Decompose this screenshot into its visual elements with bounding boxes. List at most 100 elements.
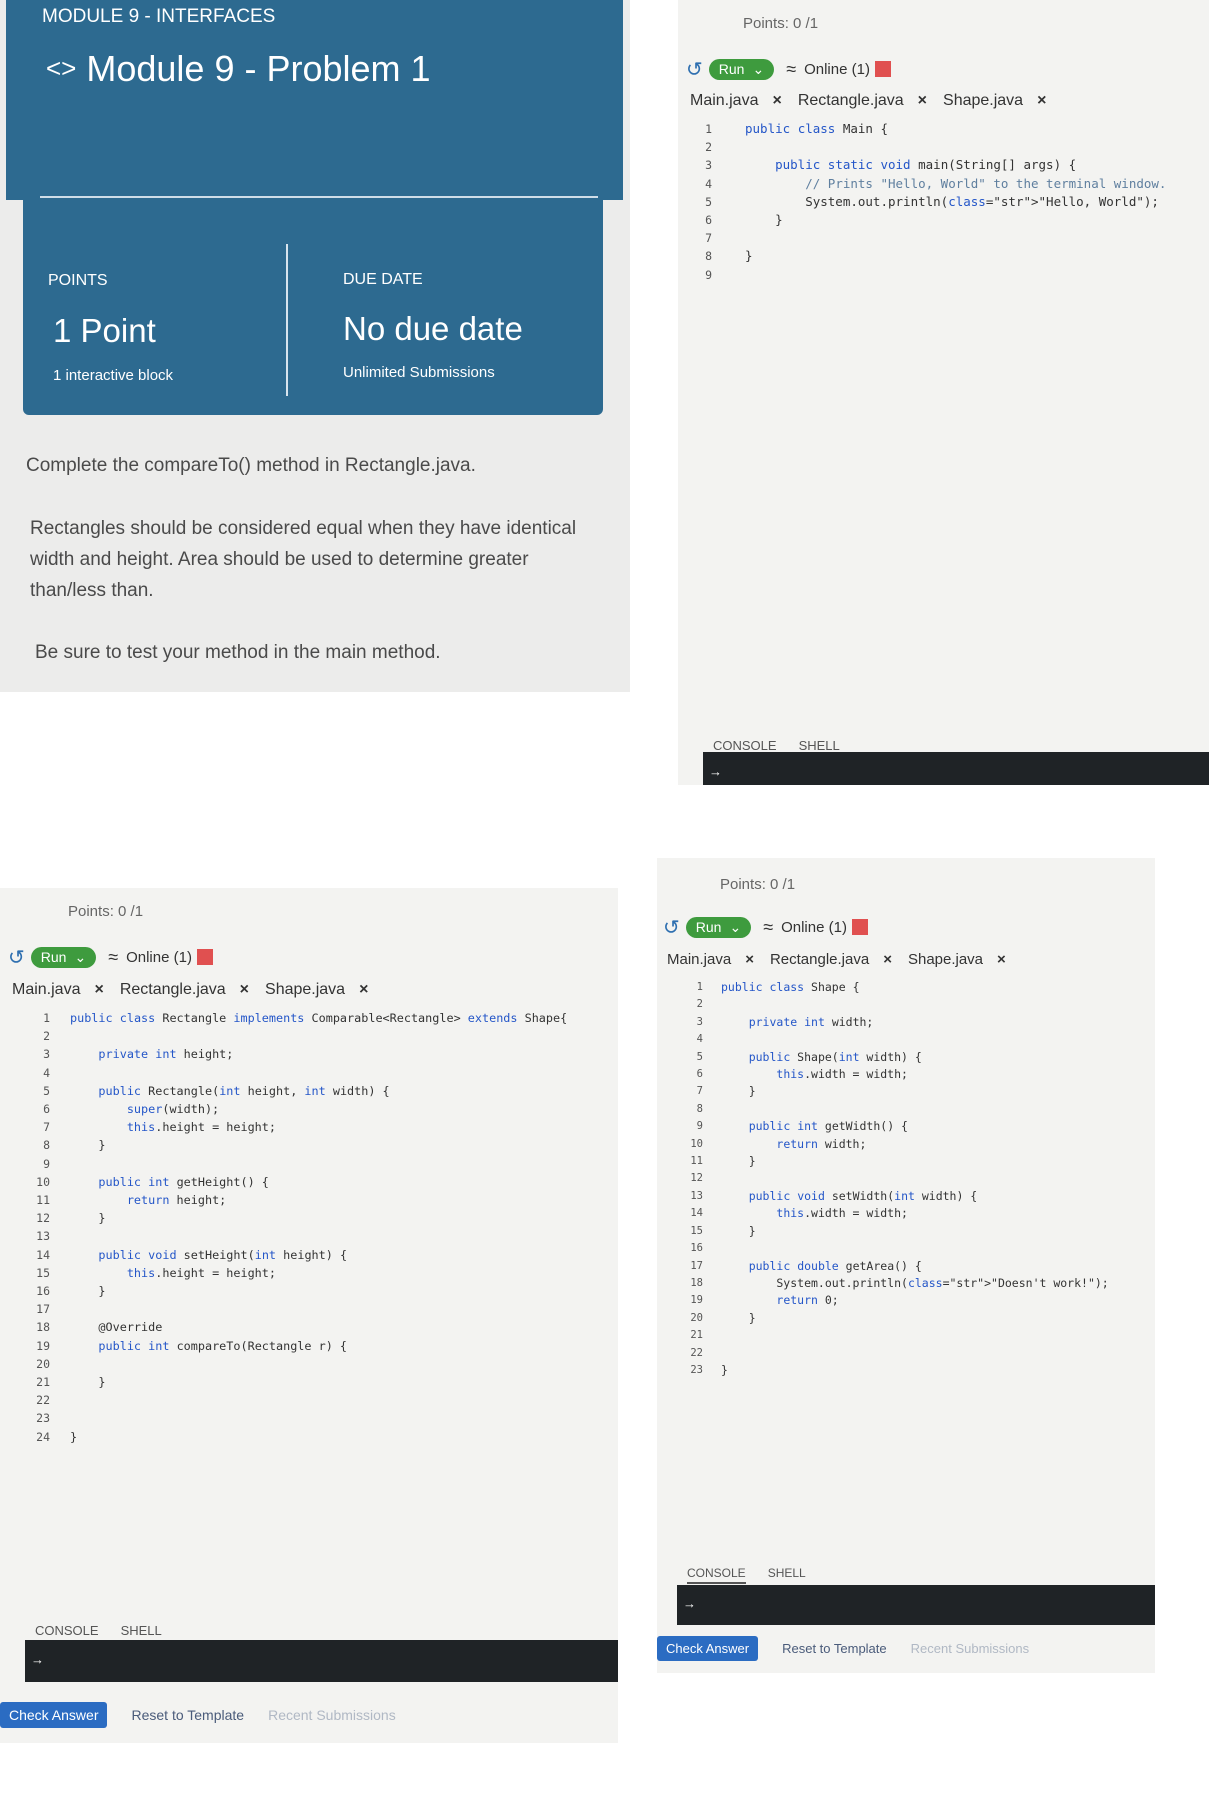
- code-line[interactable]: [721, 996, 1109, 1013]
- code-line[interactable]: }: [70, 1282, 567, 1300]
- code-line[interactable]: [721, 1170, 1109, 1187]
- code-line[interactable]: public class Shape {: [721, 979, 1109, 996]
- code-line[interactable]: [721, 1240, 1109, 1257]
- console-output[interactable]: →: [677, 1585, 1155, 1625]
- due-date-label: DUE DATE: [343, 271, 423, 288]
- close-icon[interactable]: ×: [745, 951, 754, 968]
- code-line[interactable]: public double getArea() {: [721, 1258, 1109, 1275]
- code-line[interactable]: [70, 1027, 567, 1045]
- reset-template-button[interactable]: Reset to Template: [131, 1707, 244, 1723]
- code-line[interactable]: public class Rectangle implements Compar…: [70, 1009, 567, 1027]
- code-line[interactable]: public int compareTo(Rectangle r) {: [70, 1337, 567, 1355]
- code-line[interactable]: }: [745, 211, 1166, 229]
- code-line[interactable]: this.width = width;: [721, 1066, 1109, 1083]
- history-icon[interactable]: ↺: [8, 945, 25, 970]
- tab-console[interactable]: CONSOLE: [687, 1566, 746, 1584]
- code-line[interactable]: this.width = width;: [721, 1205, 1109, 1222]
- code-line[interactable]: this.height = height;: [70, 1264, 567, 1282]
- close-icon[interactable]: ×: [883, 951, 892, 968]
- run-button[interactable]: Run ⌄: [708, 58, 775, 80]
- tab-rectangle-java[interactable]: Rectangle.java ×: [770, 951, 892, 968]
- footer-actions: Check Answer Reset to Template Recent Su…: [0, 1702, 396, 1728]
- close-icon[interactable]: ×: [1037, 92, 1046, 109]
- close-icon[interactable]: ×: [240, 981, 249, 998]
- code-line[interactable]: public int getHeight() {: [70, 1173, 567, 1191]
- run-button[interactable]: Run ⌄: [30, 946, 97, 968]
- close-icon[interactable]: ×: [94, 981, 103, 998]
- code-line[interactable]: return height;: [70, 1191, 567, 1209]
- console-output[interactable]: →: [25, 1640, 618, 1682]
- code-line[interactable]: }: [721, 1362, 1109, 1379]
- history-icon[interactable]: ↺: [686, 57, 703, 82]
- code-line[interactable]: [70, 1155, 567, 1173]
- code-line[interactable]: [745, 229, 1166, 247]
- run-label: Run: [695, 919, 722, 935]
- code-line[interactable]: super(width);: [70, 1100, 567, 1118]
- tab-shape-java[interactable]: Shape.java ×: [265, 981, 368, 999]
- code-editor[interactable]: public class Shape { private int width; …: [721, 979, 1109, 1379]
- code-line[interactable]: [745, 138, 1166, 156]
- code-line[interactable]: [70, 1391, 567, 1409]
- code-line[interactable]: }: [721, 1083, 1109, 1100]
- close-icon[interactable]: ×: [772, 92, 781, 109]
- tab-main-java[interactable]: Main.java ×: [667, 951, 754, 968]
- tab-rectangle-java[interactable]: Rectangle.java ×: [798, 92, 927, 110]
- code-line[interactable]: [721, 1345, 1109, 1362]
- code-line[interactable]: }: [745, 247, 1166, 265]
- close-icon[interactable]: ×: [359, 981, 368, 998]
- code-line[interactable]: public Shape(int width) {: [721, 1049, 1109, 1066]
- code-line[interactable]: [70, 1227, 567, 1245]
- code-line[interactable]: }: [721, 1310, 1109, 1327]
- close-icon[interactable]: ×: [918, 92, 927, 109]
- code-line[interactable]: public Rectangle(int height, int width) …: [70, 1082, 567, 1100]
- code-editor[interactable]: public class Rectangle implements Compar…: [70, 1009, 567, 1446]
- run-button[interactable]: Run ⌄: [685, 916, 752, 938]
- code-line[interactable]: System.out.println(class="str">"Doesn't …: [721, 1275, 1108, 1292]
- tab-main-java[interactable]: Main.java ×: [12, 981, 104, 999]
- code-line[interactable]: return 0;: [721, 1292, 1109, 1309]
- code-line[interactable]: [721, 1101, 1109, 1118]
- code-line[interactable]: [70, 1300, 567, 1318]
- code-line[interactable]: return width;: [721, 1136, 1109, 1153]
- code-line[interactable]: public int getWidth() {: [721, 1118, 1109, 1135]
- code-line[interactable]: public class Main {: [745, 120, 1166, 138]
- tab-main-java[interactable]: Main.java ×: [690, 92, 782, 110]
- code-line[interactable]: [721, 1327, 1109, 1344]
- code-line[interactable]: public void setHeight(int height) {: [70, 1246, 567, 1264]
- code-line[interactable]: }: [70, 1136, 567, 1154]
- code-line[interactable]: [70, 1064, 567, 1082]
- run-toolbar: ↺ Run ⌄ ≈ Online (1): [686, 56, 891, 82]
- code-line[interactable]: private int height;: [70, 1045, 567, 1063]
- code-line[interactable]: [745, 266, 1166, 284]
- tab-rectangle-java[interactable]: Rectangle.java ×: [120, 981, 249, 999]
- code-editor[interactable]: public class Main { public static void m…: [745, 120, 1166, 284]
- reset-template-button[interactable]: Reset to Template: [782, 1641, 887, 1656]
- code-line[interactable]: }: [70, 1209, 567, 1227]
- recent-submissions-button[interactable]: Recent Submissions: [268, 1707, 396, 1723]
- close-icon[interactable]: ×: [997, 951, 1006, 968]
- code-line[interactable]: public void setWidth(int width) {: [721, 1188, 1109, 1205]
- arrow-right-icon: →: [683, 1596, 696, 1611]
- tab-shape-java[interactable]: Shape.java ×: [908, 951, 1006, 968]
- code-line[interactable]: // Prints "Hello, World" to the terminal…: [745, 175, 1166, 193]
- history-icon[interactable]: ↺: [663, 915, 680, 940]
- console-output[interactable]: →: [703, 752, 1209, 785]
- status-indicator: [851, 919, 868, 935]
- recent-submissions-button[interactable]: Recent Submissions: [911, 1641, 1030, 1656]
- code-line[interactable]: System.out.println(class="str">"Hello, W…: [745, 193, 1166, 211]
- code-line[interactable]: private int width;: [721, 1014, 1109, 1031]
- code-line[interactable]: @Override: [70, 1318, 567, 1336]
- code-line[interactable]: }: [70, 1373, 567, 1391]
- code-line[interactable]: public static void main(String[] args) {: [745, 156, 1166, 174]
- code-line[interactable]: [70, 1409, 567, 1427]
- code-line[interactable]: }: [721, 1153, 1109, 1170]
- code-line[interactable]: }: [70, 1428, 567, 1446]
- check-answer-button[interactable]: Check Answer: [657, 1636, 759, 1661]
- code-line[interactable]: [721, 1031, 1109, 1048]
- tab-shape-java[interactable]: Shape.java ×: [943, 92, 1046, 110]
- code-line[interactable]: this.height = height;: [70, 1118, 567, 1136]
- check-answer-button[interactable]: Check Answer: [0, 1702, 108, 1728]
- code-line[interactable]: }: [721, 1223, 1109, 1240]
- code-line[interactable]: [70, 1355, 567, 1373]
- tab-shell[interactable]: SHELL: [768, 1566, 806, 1584]
